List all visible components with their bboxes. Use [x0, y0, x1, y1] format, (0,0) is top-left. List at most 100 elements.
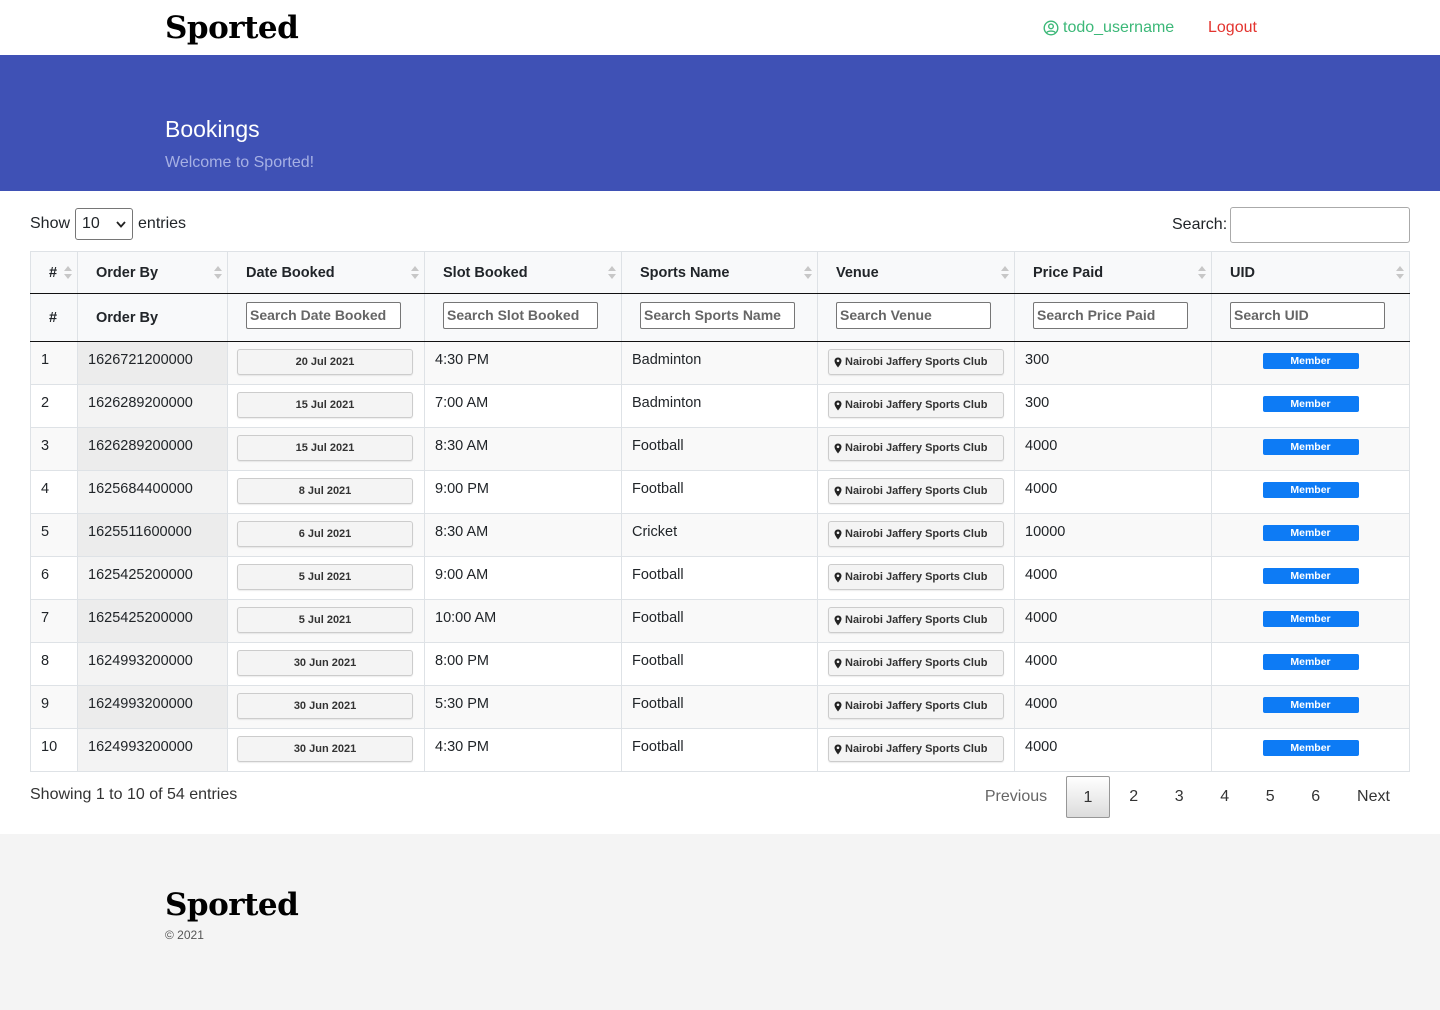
- row-number: 1: [30, 341, 78, 385]
- filter-price-paid-input[interactable]: Search Price Paid: [1033, 301, 1188, 329]
- username-label: todo_username: [1063, 19, 1175, 36]
- copyright-text: © 2021: [165, 928, 204, 942]
- table-row: 3 1626289200000 15 Jul 2021 8:30 AM Football…: [30, 427, 1410, 471]
- map-pin-icon: [834, 357, 842, 367]
- column-header-sports-name[interactable]: Sports Name: [621, 251, 818, 294]
- brand-logo[interactable]: Sported: [165, 9, 299, 47]
- venue-pill: Nairobi Jaffery Sports Club: [828, 607, 1004, 633]
- bookings-table: # Order By Date Booked Slot Booked Sport…: [30, 251, 1410, 772]
- map-pin-icon: [834, 572, 842, 582]
- sports-name-cell: Football: [621, 556, 818, 600]
- pagination-page-3[interactable]: 3: [1157, 776, 1203, 818]
- price-paid-cell: 4000: [1014, 427, 1212, 471]
- pagination-page-4[interactable]: 4: [1202, 776, 1248, 818]
- map-pin-icon: [834, 400, 842, 410]
- slot-booked-cell: 4:30 PM: [424, 728, 622, 772]
- date-booked-pill: 6 Jul 2021: [237, 521, 413, 547]
- table-row: 5 1625511600000 6 Jul 2021 8:30 AM Cricket Na…: [30, 513, 1410, 557]
- sort-icon: [214, 265, 222, 281]
- column-header-uid[interactable]: UID: [1211, 251, 1410, 294]
- hero-banner: Bookings Welcome to Sported!: [0, 55, 1440, 191]
- slot-booked-cell: 4:30 PM: [424, 341, 622, 385]
- date-booked-pill: 15 Jul 2021: [237, 435, 413, 461]
- order-by-cell: 1625425200000: [77, 599, 228, 643]
- filter-sports-name-input[interactable]: Search Sports Name: [640, 301, 795, 329]
- uid-badge: Member: [1262, 396, 1359, 412]
- row-number: 10: [30, 728, 78, 772]
- row-number: 3: [30, 427, 78, 471]
- price-paid-cell: 4000: [1014, 556, 1212, 600]
- pagination-page-5[interactable]: 5: [1248, 776, 1294, 818]
- filter-venue-input[interactable]: Search Venue: [836, 301, 991, 329]
- column-header-slot-booked[interactable]: Slot Booked: [424, 251, 622, 294]
- slot-booked-cell: 8:30 AM: [424, 427, 622, 471]
- order-by-cell: 1625425200000: [77, 556, 228, 600]
- price-paid-cell: 4000: [1014, 642, 1212, 686]
- venue-label: Nairobi Jaffery Sports Club: [845, 356, 988, 368]
- column-header-date-booked[interactable]: Date Booked: [227, 251, 425, 294]
- top-navbar: Sported todo_username Logout: [0, 0, 1440, 55]
- logout-link[interactable]: Logout: [1208, 17, 1257, 39]
- row-number: 2: [30, 384, 78, 428]
- table-row: 4 1625684400000 8 Jul 2021 9:00 PM Football N…: [30, 470, 1410, 514]
- pagination-page-1[interactable]: 1: [1066, 776, 1110, 818]
- venue-label: Nairobi Jaffery Sports Club: [845, 399, 988, 411]
- table-search: Search:: [1172, 207, 1411, 243]
- sports-name-cell: Badminton: [621, 341, 818, 385]
- map-pin-icon: [834, 701, 842, 711]
- search-label: Search:: [1172, 216, 1228, 233]
- date-booked-pill: 5 Jul 2021: [237, 564, 413, 590]
- username-link[interactable]: todo_username: [1043, 17, 1174, 39]
- price-paid-cell: 10000: [1014, 513, 1212, 557]
- sports-name-cell: Football: [621, 427, 818, 471]
- venue-pill: Nairobi Jaffery Sports Club: [828, 349, 1004, 375]
- sports-name-cell: Football: [621, 599, 818, 643]
- date-booked-pill: 30 Jun 2021: [237, 736, 413, 762]
- sports-name-cell: Football: [621, 685, 818, 729]
- uid-badge: Member: [1262, 482, 1359, 498]
- page-length-select[interactable]: 10: [75, 208, 134, 240]
- sports-name-cell: Football: [621, 642, 818, 686]
- column-header-num[interactable]: #: [30, 251, 78, 294]
- price-paid-cell: 300: [1014, 384, 1212, 428]
- venue-label: Nairobi Jaffery Sports Club: [845, 442, 988, 454]
- search-input[interactable]: [1230, 207, 1411, 243]
- pagination-page-2[interactable]: 2: [1111, 776, 1157, 818]
- filter-slot-booked-input[interactable]: Search Slot Booked: [443, 301, 598, 329]
- chevron-down-icon: [116, 220, 126, 228]
- uid-badge: Member: [1262, 353, 1359, 369]
- filter-date-booked-input[interactable]: Search Date Booked: [246, 301, 401, 329]
- page-footer: Sported © 2021: [0, 834, 1440, 1010]
- row-number: 7: [30, 599, 78, 643]
- pagination-previous[interactable]: Previous: [972, 776, 1060, 818]
- table-row: 9 1624993200000 30 Jun 2021 5:30 PM Football…: [30, 685, 1410, 729]
- row-number: 9: [30, 685, 78, 729]
- column-header-price-paid[interactable]: Price Paid: [1014, 251, 1212, 294]
- user-circle-icon: [1043, 20, 1059, 36]
- slot-booked-cell: 9:00 AM: [424, 556, 622, 600]
- table-row: 2 1626289200000 15 Jul 2021 7:00 AM Badminto…: [30, 384, 1410, 428]
- sports-name-cell: Football: [621, 728, 818, 772]
- date-booked-pill: 30 Jun 2021: [237, 693, 413, 719]
- row-number: 6: [30, 556, 78, 600]
- date-booked-pill: 15 Jul 2021: [237, 392, 413, 418]
- table-row: 7 1625425200000 5 Jul 2021 10:00 AM Football…: [30, 599, 1410, 643]
- venue-label: Nairobi Jaffery Sports Club: [845, 700, 988, 712]
- sort-icon: [804, 265, 812, 281]
- filter-uid-input[interactable]: Search UID: [1230, 301, 1385, 329]
- pagination-next[interactable]: Next: [1339, 776, 1409, 818]
- order-by-cell: 1626289200000: [77, 384, 228, 428]
- price-paid-cell: 300: [1014, 341, 1212, 385]
- venue-label: Nairobi Jaffery Sports Club: [845, 485, 988, 497]
- order-by-cell: 1624993200000: [77, 685, 228, 729]
- venue-pill: Nairobi Jaffery Sports Club: [828, 435, 1004, 461]
- uid-badge: Member: [1262, 654, 1359, 670]
- column-header-order-by[interactable]: Order By: [77, 251, 228, 294]
- sort-icon: [608, 265, 616, 281]
- column-header-venue[interactable]: Venue: [817, 251, 1015, 294]
- footer-brand-logo: Sported: [165, 887, 299, 923]
- sports-name-cell: Cricket: [621, 513, 818, 557]
- uid-badge: Member: [1262, 697, 1359, 713]
- uid-badge: Member: [1262, 740, 1359, 756]
- pagination-page-6[interactable]: 6: [1293, 776, 1339, 818]
